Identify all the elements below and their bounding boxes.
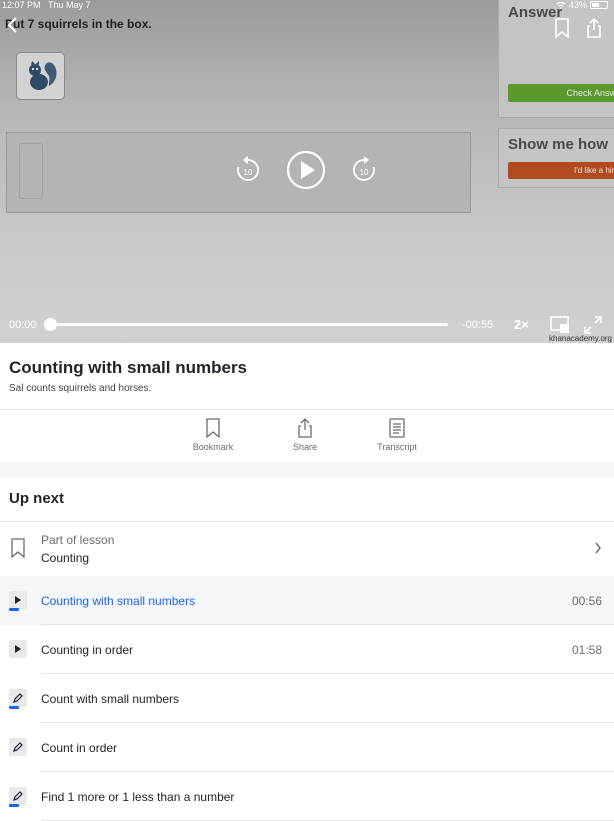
bookmark-button[interactable]: Bookmark <box>178 418 248 452</box>
show-me-how-panel: Show me how I'd like a hin <box>498 128 614 188</box>
item-label: Counting with small numbers <box>41 594 196 608</box>
list-item[interactable]: Count in order <box>0 723 614 772</box>
squirrel-icon <box>28 61 56 90</box>
forward-10-icon[interactable]: 10 <box>351 156 377 184</box>
battery-icon <box>590 1 608 9</box>
progress-track[interactable] <box>50 323 448 326</box>
chevron-right-icon <box>595 542 601 554</box>
status-bar: 12:07 PM Thu May 7 43% <box>0 0 614 12</box>
share-button[interactable]: Share <box>270 418 340 452</box>
item-duration: 01:58 <box>571 643 602 657</box>
transcript-label: Transcript <box>377 442 417 452</box>
wifi-icon <box>556 1 566 9</box>
playback-speed-button[interactable]: 2× <box>514 317 529 332</box>
bookmark-icon[interactable] <box>554 18 570 38</box>
drop-slot <box>19 143 43 199</box>
squirrel-tile <box>16 52 65 100</box>
battery-percent: 43% <box>568 0 587 10</box>
divider <box>0 409 614 410</box>
playback-controls: 10 10 <box>235 148 377 192</box>
lesson-link[interactable]: Part of lesson Counting <box>0 522 614 574</box>
lesson-prefix: Part of lesson <box>41 533 115 547</box>
bookmark-icon <box>206 418 220 438</box>
list-item[interactable]: Count with small numbers <box>0 674 614 723</box>
up-next-heading: Up next <box>9 490 65 507</box>
lesson-name: Counting <box>41 551 90 565</box>
status-indicators: 43% <box>556 0 608 10</box>
share-label: Share <box>292 442 318 452</box>
video-title: Counting with small numbers <box>9 358 248 377</box>
show-me-how-title: Show me how <box>508 136 609 153</box>
fullscreen-icon[interactable] <box>584 316 602 334</box>
section-separator <box>0 462 614 478</box>
share-icon <box>298 418 312 438</box>
check-answer-button: Check Answ <box>508 84 614 102</box>
item-label: Find 1 more or 1 less than a number <box>41 790 235 804</box>
transcript-icon <box>389 418 405 438</box>
svg-text:10: 10 <box>360 168 369 177</box>
bookmark-outline-icon <box>11 538 25 558</box>
item-label: Counting in order <box>41 643 134 657</box>
pencil-icon <box>9 689 27 709</box>
item-label: Count in order <box>41 741 118 755</box>
transcript-button[interactable]: Transcript <box>362 418 432 452</box>
svg-text:10: 10 <box>244 168 253 177</box>
video-top-actions <box>554 18 602 38</box>
status-time: 12:07 PM Thu May 7 <box>2 0 91 10</box>
item-label: Count with small numbers <box>41 692 180 706</box>
video-play-icon <box>9 640 27 658</box>
pencil-icon <box>9 738 27 756</box>
watermark: khanacademy.org <box>549 334 612 343</box>
share-icon[interactable] <box>586 18 602 38</box>
picture-in-picture-icon[interactable] <box>550 316 570 334</box>
rewind-10-icon[interactable]: 10 <box>235 156 261 184</box>
exercise-prompt: Put 7 squirrels in the box. <box>5 17 152 31</box>
bookmark-label: Bookmark <box>192 442 234 452</box>
remaining-time: -00:55 <box>462 319 494 331</box>
pencil-icon <box>9 787 27 807</box>
list-item[interactable]: Find 1 more or 1 less than a number <box>0 772 614 821</box>
hint-button: I'd like a hin <box>508 162 614 179</box>
current-time: 00:00 <box>9 319 37 331</box>
video-player[interactable]: Put 7 squirrels in the box. Answer Check… <box>0 0 614 343</box>
video-play-icon <box>9 591 27 611</box>
video-description: Sal counts squirrels and horses. <box>9 383 152 394</box>
list-item[interactable]: Counting with small numbers 00:56 <box>0 576 614 625</box>
item-duration: 00:56 <box>571 594 602 608</box>
progress-knob[interactable] <box>43 318 57 331</box>
list-item[interactable]: Counting in order 01:58 <box>0 625 614 674</box>
back-chevron-icon[interactable] <box>6 16 24 38</box>
play-button[interactable] <box>286 150 326 190</box>
